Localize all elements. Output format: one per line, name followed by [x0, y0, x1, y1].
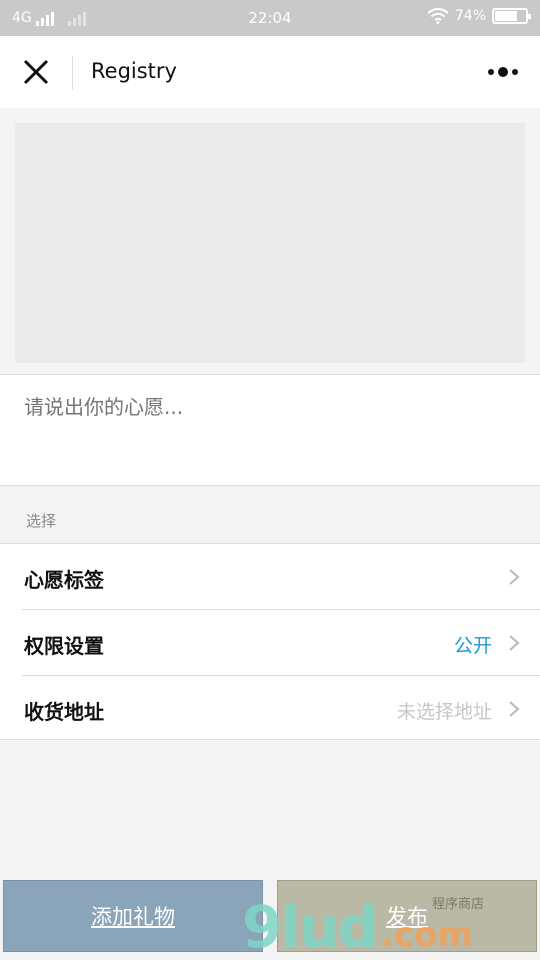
add-gift-button[interactable]: 添加礼物 [3, 880, 263, 952]
publish-button[interactable]: 发布 [277, 880, 537, 952]
more-button[interactable] [488, 64, 520, 80]
permission-value: 公开 [453, 635, 492, 657]
more-dot-right [512, 69, 518, 75]
nav-divider [72, 56, 73, 90]
status-right: 74% [427, 8, 531, 24]
row-address[interactable]: 收货地址 未选择地址 [0, 676, 540, 741]
chevron-right-icon [509, 635, 520, 651]
chevron-right-icon [509, 701, 520, 717]
row-wish-tag[interactable]: 心愿标签 [0, 544, 540, 609]
address-value: 未选择地址 [396, 701, 492, 723]
close-icon [23, 59, 49, 85]
options-list: 心愿标签 权限设置 公开 收货地址 未选择地址 [0, 543, 540, 740]
section-label: 选择 [26, 512, 57, 530]
more-dot-center [498, 67, 508, 77]
row-label: 心愿标签 [24, 568, 104, 592]
image-upload-area[interactable] [15, 123, 525, 363]
wish-section [0, 374, 540, 486]
row-permission[interactable]: 权限设置 公开 [0, 610, 540, 675]
battery-level [495, 11, 518, 21]
row-label: 收货地址 [24, 700, 104, 724]
nav-bar: Registry [0, 36, 540, 108]
battery-percent: 74% [454, 8, 486, 24]
close-button[interactable] [16, 52, 56, 92]
row-label: 权限设置 [24, 634, 104, 658]
chevron-right-icon [509, 569, 520, 585]
more-dots-icon [488, 69, 494, 75]
wish-input[interactable] [24, 395, 514, 419]
battery-icon [492, 8, 531, 24]
page-title: Registry [91, 59, 177, 83]
status-bar: 4G 22:04 74% [0, 0, 540, 36]
wifi-icon [427, 8, 449, 24]
